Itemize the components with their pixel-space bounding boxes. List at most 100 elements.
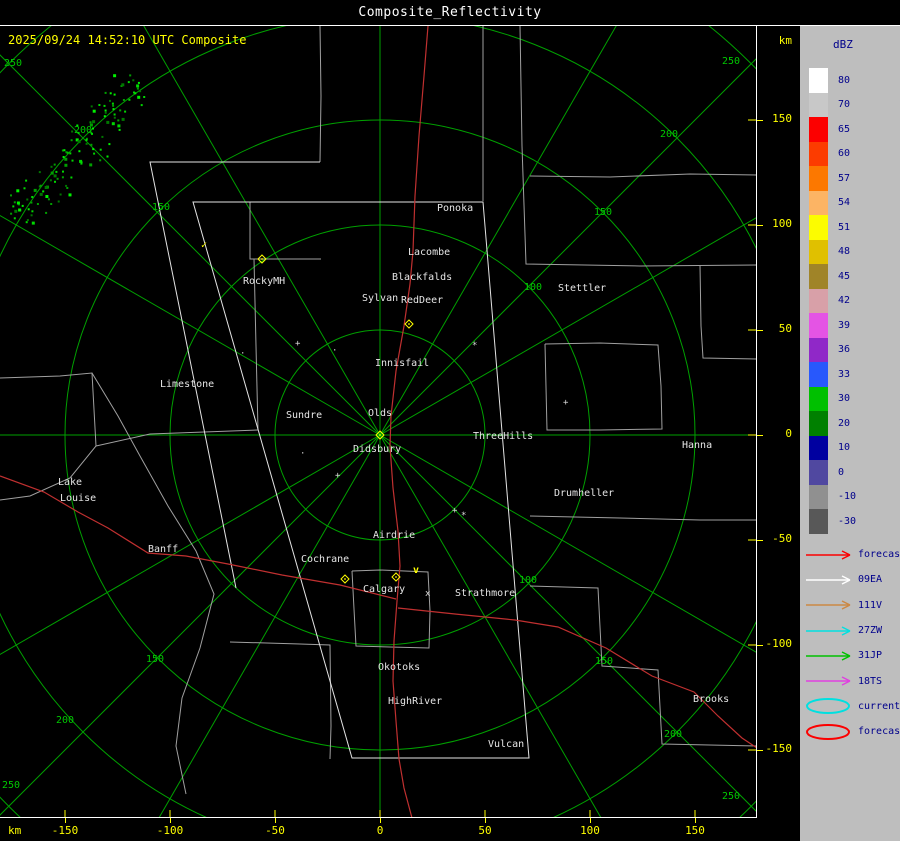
dbz-scale-row: 42 (809, 288, 856, 313)
track-arrow-icon (806, 651, 851, 661)
track-label: 27ZW (858, 625, 883, 637)
echo-pixel (92, 109, 96, 113)
city-label: Calgary (363, 584, 405, 595)
echo-pixel (111, 122, 115, 126)
echo-pixel (69, 152, 72, 155)
range-ring-grid (0, 26, 757, 818)
storm-track-legend-item: 31JP (804, 643, 900, 668)
dbz-scale-row: 0 (809, 460, 856, 485)
dbz-color-swatch (809, 92, 828, 117)
echo-pixel (53, 163, 56, 166)
echo-pixel (124, 110, 127, 113)
echo-pixel (13, 217, 16, 220)
track-arrow-icon (806, 575, 851, 585)
echo-pixel (113, 93, 116, 96)
track-arrow-icon (806, 676, 851, 686)
radar-site-dot (344, 578, 346, 580)
right-axis: km 150 100 50 0 -50 -100 -150 (757, 26, 800, 818)
track-label: forecast (858, 726, 900, 738)
axis-tick (170, 818, 171, 823)
echo-pixel (39, 192, 43, 196)
radar-map[interactable]: 250 200 150 250 200 150 100 150 200 250 100 150 200 2… (0, 26, 757, 818)
county-line (91, 372, 215, 795)
city-label: Drumheller (554, 488, 614, 499)
echo-pixel (63, 149, 66, 152)
echo-pixel (104, 111, 107, 114)
echo-pixel (64, 163, 68, 167)
dbz-scale-row: -30 (809, 509, 856, 534)
echo-pixel (121, 83, 125, 87)
range-ring-label: 200 (664, 729, 682, 740)
echo-pixel (109, 99, 111, 102)
bottom-axis-label: -100 (156, 824, 184, 837)
dbz-scale-row: 45 (809, 264, 856, 289)
echo-pixel (71, 130, 74, 133)
coverage-sector (149, 161, 320, 589)
city-label: RedDeer (401, 295, 443, 306)
dbz-scale-row: 60 (809, 141, 856, 166)
echo-pixel (21, 204, 24, 207)
echo-pixel (80, 162, 83, 165)
echo-pixel (61, 176, 64, 179)
echo-pixel (12, 205, 15, 208)
echo-pixel (104, 109, 107, 112)
point-marker: · (332, 346, 337, 356)
dbz-color-swatch (809, 337, 828, 362)
echo-pixel (98, 104, 101, 106)
axis-tick (757, 120, 763, 121)
azimuth-line (0, 54, 381, 436)
track-label: current (858, 700, 900, 712)
echo-pixel (111, 102, 114, 105)
echo-pixel (62, 156, 65, 158)
axis-tick (65, 818, 66, 823)
echo-pixel (113, 74, 117, 78)
range-ring-label: 250 (722, 56, 740, 67)
axis-tick (757, 750, 763, 751)
echo-pixel (16, 201, 20, 205)
right-axis-label: 0 (785, 427, 792, 440)
dbz-scale-value: 0 (838, 466, 845, 478)
track-label: 18TS (858, 675, 883, 687)
echo-pixel (99, 159, 102, 162)
city-label: Airdrie (373, 530, 415, 541)
echo-pixel (70, 176, 73, 179)
echo-pixel (85, 139, 88, 141)
echo-pixel (14, 209, 18, 213)
bottom-axis-label: 50 (478, 824, 492, 837)
dbz-scale-value: 70 (838, 99, 851, 111)
echo-pixel (10, 194, 12, 197)
dbz-scale-row: 80 (809, 68, 856, 93)
dbz-scale-value: -10 (838, 491, 857, 503)
echo-pixel (56, 177, 59, 180)
dbz-scale-row: -10 (809, 484, 857, 509)
echo-pixel (65, 151, 68, 154)
dbz-color-swatch (809, 460, 828, 485)
axis-tick (757, 435, 763, 436)
range-ring-label: 100 (519, 575, 537, 586)
dbz-color-swatch (809, 215, 828, 240)
range-ring (0, 26, 757, 818)
echo-pixel (25, 221, 28, 224)
city-label: Brooks (693, 694, 729, 705)
axis-tick (757, 330, 763, 331)
echo-pixel (31, 221, 35, 225)
echo-pixel (137, 95, 141, 99)
echo-pixel (139, 90, 142, 93)
echo-pixel (103, 104, 106, 107)
azimuth-line (379, 434, 757, 654)
echo-pixel (53, 174, 57, 178)
point-marker: + (452, 506, 458, 516)
city-label: Sundre (286, 410, 322, 421)
dbz-color-scale: 80 70 65 60 57 54 51 48 45 42 39 36 33 30 20 10 0 -10 -30 (809, 68, 856, 534)
echo-pixel (65, 184, 68, 187)
echo-pixel (140, 104, 143, 107)
dbz-color-swatch (809, 264, 828, 289)
storm-track-legend-item: 09EA (804, 567, 900, 592)
storm-track-legend-item: forecast (804, 719, 900, 744)
right-axis-label: 50 (778, 322, 792, 335)
track-label: 09EA (858, 574, 883, 586)
bottom-axis-label: 100 (580, 824, 600, 837)
legend-sidebar: dBZ 80 70 65 60 57 54 51 48 45 42 39 36 33 30 20 10 0 -10… (800, 26, 900, 841)
azimuth-line (0, 215, 381, 436)
highway-line (397, 607, 757, 749)
